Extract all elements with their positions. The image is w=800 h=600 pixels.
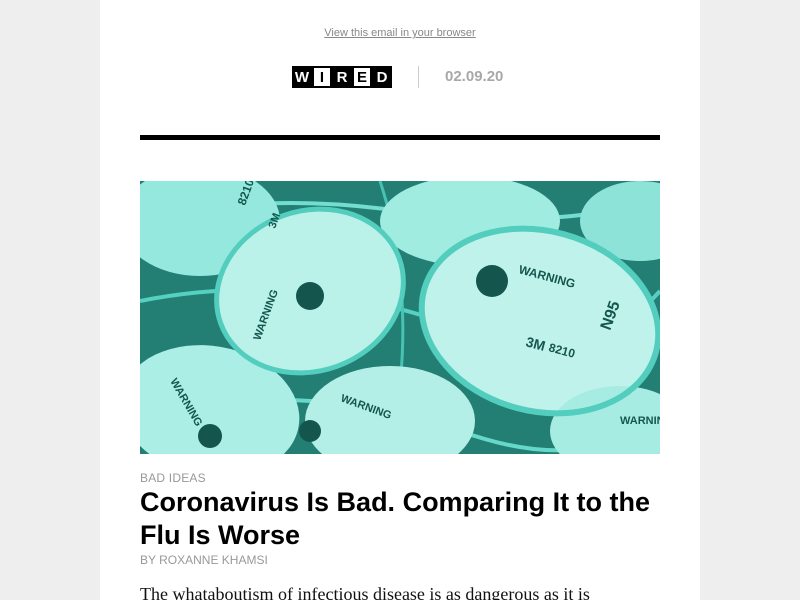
section-label[interactable]: BAD IDEAS [140, 471, 206, 485]
logo-letter: D [372, 66, 392, 88]
wired-logo[interactable]: W I R E D [292, 66, 392, 88]
email-container: View this email in your browser W I R E … [100, 0, 700, 600]
view-in-browser-link[interactable]: View this email in your browser [100, 27, 700, 39]
article-byline: BY ROXANNE KHAMSI [140, 553, 268, 567]
header-rule [140, 135, 660, 140]
logo-letter: I [312, 66, 332, 88]
logo-letter: E [352, 66, 372, 88]
article-dek: The whataboutism of infectious disease i… [140, 584, 590, 600]
n95-masks-photo-icon: WARNING 3M 8210 N95 WARNING 8210 3M WARN… [140, 181, 660, 454]
logo-letter: W [292, 66, 312, 88]
logo-letter: R [332, 66, 352, 88]
article-headline[interactable]: Coronavirus Is Bad. Comparing It to the … [140, 486, 660, 552]
masthead: W I R E D 02.09.20 [100, 64, 700, 90]
issue-date: 02.09.20 [445, 68, 504, 85]
masthead-divider [418, 66, 419, 88]
hero-image[interactable]: WARNING 3M 8210 N95 WARNING 8210 3M WARN… [140, 181, 660, 454]
